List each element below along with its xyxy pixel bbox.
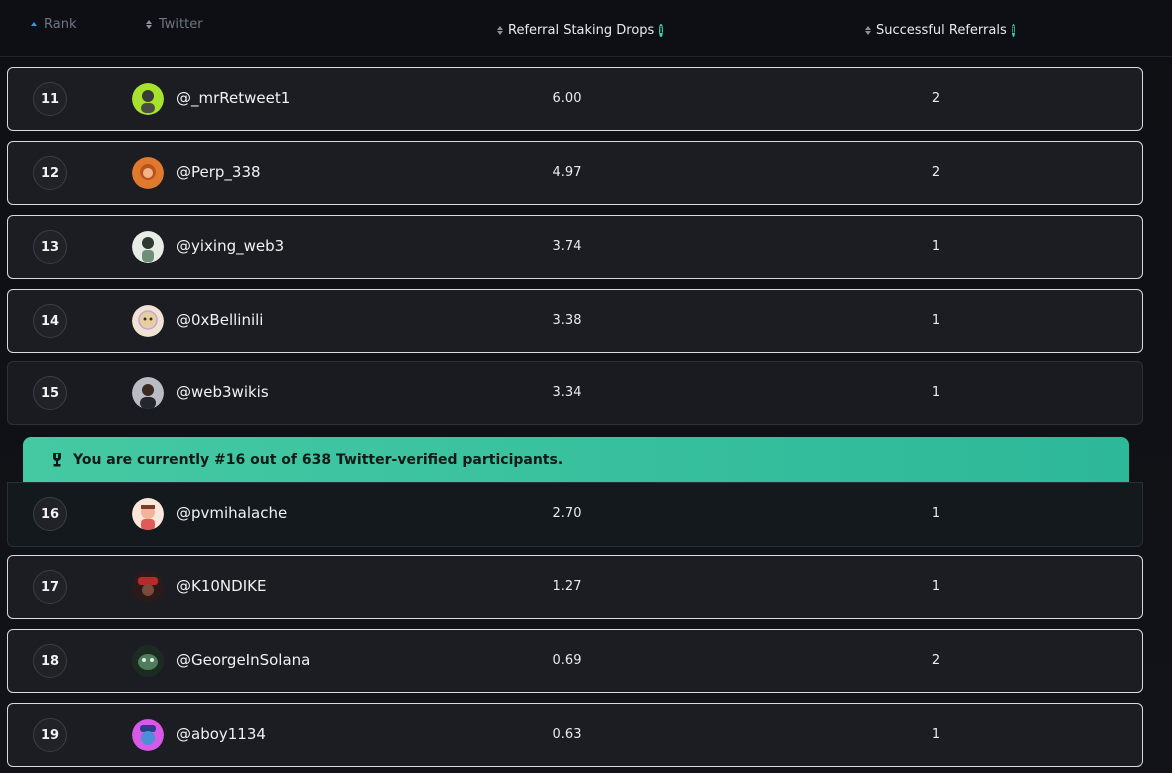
rank-badge: 16 [33, 497, 67, 531]
twitter-column-header[interactable]: Twitter [146, 17, 203, 32]
avatar [132, 571, 164, 603]
twitter-handle[interactable]: @yixing_web3 [176, 237, 284, 255]
staking-drops-value: 4.97 [552, 165, 582, 180]
avatar [132, 305, 164, 337]
twitter-handle[interactable]: @0xBellinili [176, 311, 263, 329]
avatar [132, 231, 164, 263]
twitter-header-label: Twitter [159, 17, 203, 32]
referrals-value: 2 [931, 165, 941, 180]
avatar [132, 377, 164, 409]
table-row[interactable]: 17 @K10NDIKE 1.27 1 [7, 555, 1143, 619]
rank-badge: 19 [33, 718, 67, 752]
referrals-value: 2 [931, 653, 941, 668]
staking-drops-value: 2.70 [552, 506, 582, 521]
referrals-value: 1 [931, 506, 941, 521]
info-icon[interactable]: i [1011, 24, 1016, 37]
table-row[interactable]: 18 @GeorgeInSolana 0.69 2 [7, 629, 1143, 693]
rank-badge: 13 [33, 230, 67, 264]
staking-drops-value: 0.63 [552, 727, 582, 742]
avatar [132, 645, 164, 677]
leaderboard-page: Rank Twitter Referral Staking Drops i Su… [0, 0, 1172, 773]
rank-column-header[interactable]: Rank [31, 17, 76, 32]
staking-drops-value: 3.34 [552, 385, 582, 400]
referrals-value: 2 [931, 91, 941, 106]
banner-text: You are currently #16 out of 638 Twitter… [73, 451, 564, 468]
twitter-handle[interactable]: @Perp_338 [176, 163, 261, 181]
staking-drops-value: 1.27 [552, 579, 582, 594]
table-row-current-user[interactable]: 16 @pvmihalache 2.70 1 [7, 482, 1143, 547]
twitter-handle[interactable]: @GeorgeInSolana [176, 651, 310, 669]
rank-badge: 14 [33, 304, 67, 338]
sort-icon [146, 19, 154, 31]
rank-badge: 12 [33, 156, 67, 190]
twitter-handle[interactable]: @aboy1134 [176, 725, 266, 743]
staking-drops-value: 6.00 [552, 91, 582, 106]
twitter-handle[interactable]: @K10NDIKE [176, 577, 266, 595]
trophy-icon [53, 452, 61, 466]
referrals-value: 1 [931, 239, 941, 254]
rank-header-label: Rank [44, 17, 77, 32]
rank-badge: 17 [33, 570, 67, 604]
rank-badge: 15 [33, 376, 67, 410]
current-rank-banner: You are currently #16 out of 638 Twitter… [23, 437, 1129, 482]
staking-drops-value: 3.74 [552, 239, 582, 254]
avatar [132, 498, 164, 530]
referrals-header-label: Successful Referrals [876, 23, 1007, 38]
referrals-value: 1 [931, 727, 941, 742]
avatar [132, 157, 164, 189]
staking-drops-value: 0.69 [552, 653, 582, 668]
avatar [132, 719, 164, 751]
staking-drops-value: 3.38 [552, 313, 582, 328]
info-icon[interactable]: i [659, 24, 663, 37]
sort-icon [497, 25, 503, 37]
referrals-value: 1 [931, 385, 941, 400]
referrals-column-header[interactable]: Successful Referrals i [865, 23, 1016, 38]
sort-ascending-icon [31, 19, 39, 31]
rank-badge: 11 [33, 82, 67, 116]
avatar [132, 83, 164, 115]
rank-badge: 18 [33, 644, 67, 678]
sort-icon [865, 25, 871, 37]
twitter-handle[interactable]: @web3wikis [176, 383, 269, 401]
referrals-value: 1 [931, 579, 941, 594]
referrals-value: 1 [931, 313, 941, 328]
table-row[interactable]: 11 @_mrRetweet1 6.00 2 [7, 67, 1143, 131]
table-row[interactable]: 14 @0xBellinili 3.38 1 [7, 289, 1143, 353]
table-row[interactable]: 15 @web3wikis 3.34 1 [7, 361, 1143, 425]
table-header: Rank Twitter Referral Staking Drops i Su… [0, 0, 1172, 57]
table-row[interactable]: 12 @Perp_338 4.97 2 [7, 141, 1143, 205]
drops-header-label: Referral Staking Drops [508, 23, 655, 38]
table-row[interactable]: 13 @yixing_web3 3.74 1 [7, 215, 1143, 279]
twitter-handle[interactable]: @_mrRetweet1 [176, 89, 290, 107]
table-row[interactable]: 19 @aboy1134 0.63 1 [7, 703, 1143, 767]
twitter-handle[interactable]: @pvmihalache [176, 504, 287, 522]
drops-column-header[interactable]: Referral Staking Drops i [497, 23, 663, 38]
